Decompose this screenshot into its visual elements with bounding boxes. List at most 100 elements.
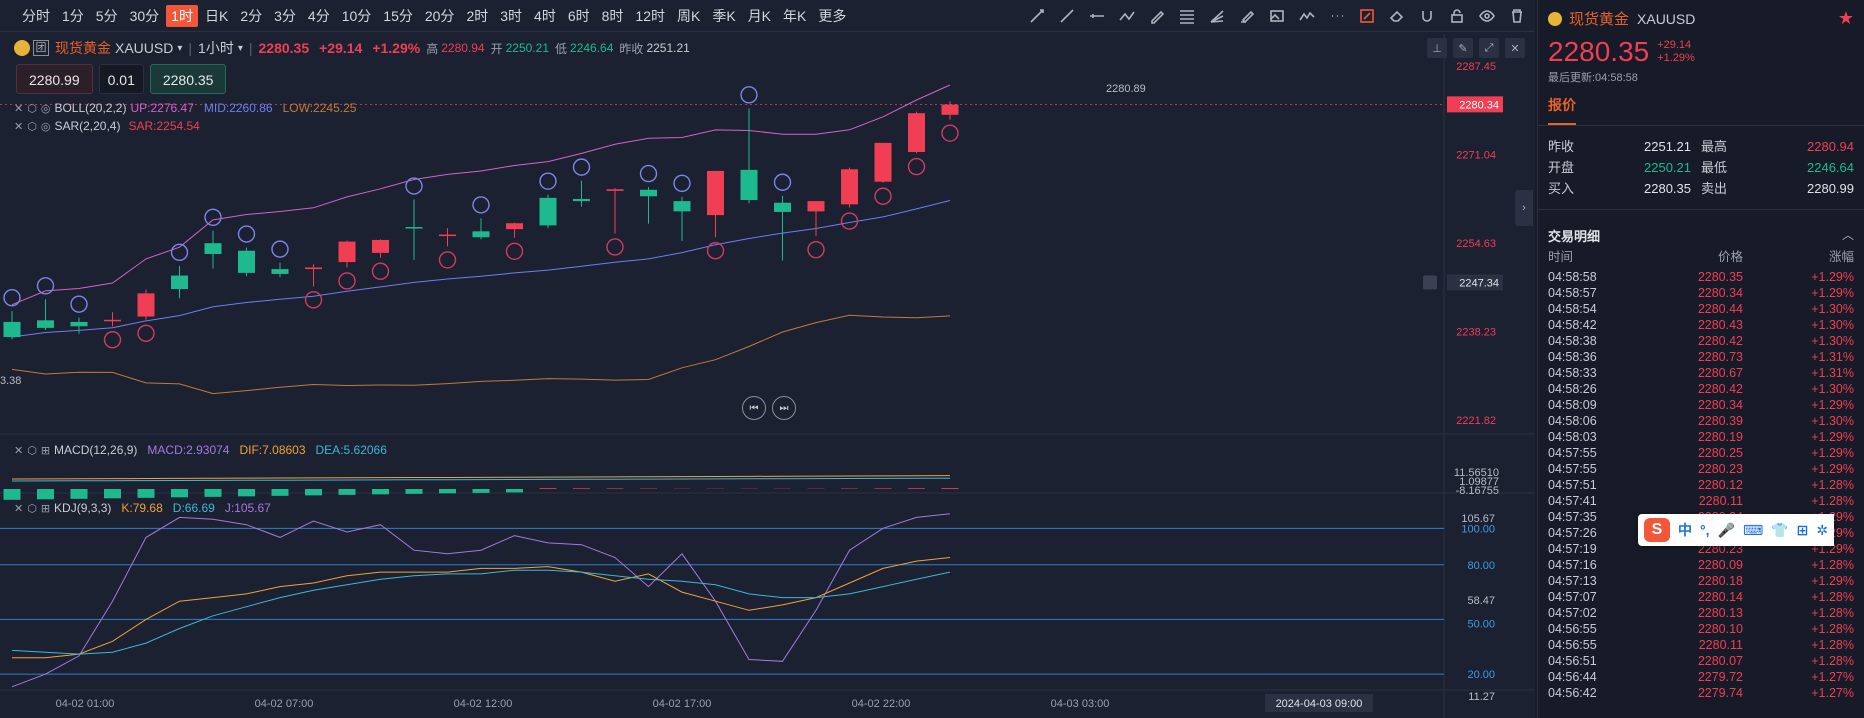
buy-price-button[interactable]: 2280.35 bbox=[149, 64, 227, 94]
symbol-name[interactable]: 现货黄金 bbox=[55, 38, 111, 58]
timeframe-0[interactable]: 分时 bbox=[17, 5, 55, 27]
timeframe-10[interactable]: 15分 bbox=[378, 5, 418, 27]
timeframe-14[interactable]: 4时 bbox=[529, 5, 561, 27]
trades-list[interactable]: 04:58:58 2280.35 +1.29% 04:58:57 2280.34 +1.2… bbox=[1538, 265, 1864, 701]
brush-icon[interactable] bbox=[1235, 4, 1259, 28]
more-tools-icon[interactable] bbox=[1325, 4, 1349, 28]
timeframe-15[interactable]: 6时 bbox=[563, 5, 595, 27]
trend-line-icon[interactable] bbox=[1025, 4, 1049, 28]
ray-line-icon[interactable] bbox=[1055, 4, 1079, 28]
period-label[interactable]: 1小时 bbox=[198, 38, 234, 58]
ime-item-0[interactable]: 中 bbox=[1678, 520, 1692, 540]
ime-item-1[interactable]: °, bbox=[1700, 522, 1710, 538]
timeframe-12[interactable]: 2时 bbox=[461, 5, 493, 27]
next-icon[interactable]: ⏭ bbox=[772, 396, 796, 420]
collapse-icon[interactable]: ⊞ bbox=[41, 502, 50, 515]
eraser-icon[interactable] bbox=[1385, 4, 1409, 28]
close-icon[interactable]: ✕ bbox=[14, 102, 23, 115]
settings-icon[interactable]: ⬡ bbox=[27, 444, 37, 457]
kdj-axis-label: 20.00 bbox=[1467, 669, 1495, 681]
horizontal-line-icon[interactable] bbox=[1085, 4, 1109, 28]
edit-draw-icon[interactable] bbox=[1355, 4, 1379, 28]
timeframe-11[interactable]: 20分 bbox=[420, 5, 460, 27]
ime-item-4[interactable]: 👕 bbox=[1771, 522, 1788, 539]
macd-axis-label: -8.16755 bbox=[1456, 485, 1499, 497]
collapse-icon[interactable]: ︿ bbox=[1842, 226, 1854, 245]
timeframe-22[interactable]: 更多 bbox=[813, 5, 851, 27]
close-icon[interactable]: ✕ bbox=[14, 120, 23, 133]
trade-time: 04:58:26 bbox=[1548, 382, 1597, 396]
trade-time: 04:57:13 bbox=[1548, 574, 1597, 588]
fibonacci-icon[interactable] bbox=[1175, 4, 1199, 28]
ime-item-2[interactable]: 🎤 bbox=[1718, 522, 1735, 539]
candle-body bbox=[472, 231, 490, 238]
settings-icon[interactable]: ⬡ bbox=[27, 120, 37, 133]
timeframe-4[interactable]: 1时 bbox=[166, 4, 198, 27]
ime-item-6[interactable]: ✲ bbox=[1816, 522, 1828, 539]
timeframe-1[interactable]: 1分 bbox=[57, 5, 89, 27]
timeframe-20[interactable]: 月K bbox=[743, 5, 776, 27]
trade-row: 04:57:55 2280.25 +1.29% bbox=[1538, 445, 1864, 461]
image-icon[interactable] bbox=[1265, 4, 1289, 28]
prev-icon[interactable]: ⏮ bbox=[742, 396, 766, 420]
eye-icon[interactable] bbox=[1475, 4, 1499, 28]
collapse-panel-button[interactable]: › bbox=[1515, 190, 1533, 226]
settings-icon[interactable]: ⬡ bbox=[27, 502, 37, 515]
trade-time: 04:56:55 bbox=[1548, 638, 1597, 652]
trades-title: 交易明细 bbox=[1548, 229, 1601, 244]
favorite-star-icon[interactable]: ★ bbox=[1838, 8, 1854, 29]
chart-settings-icon[interactable]: ⊥ bbox=[1427, 38, 1447, 58]
timeframe-13[interactable]: 3时 bbox=[495, 5, 527, 27]
trade-time: 04:57:16 bbox=[1548, 558, 1597, 572]
timeframe-18[interactable]: 周K bbox=[672, 5, 705, 27]
collapse-icon[interactable]: ⊞ bbox=[41, 444, 50, 457]
trade-price: 2279.72 bbox=[1697, 670, 1743, 684]
timeframe-9[interactable]: 10分 bbox=[337, 5, 377, 27]
fan-icon[interactable] bbox=[1205, 4, 1229, 28]
chart-area[interactable]: 2287.45 2271.04 2254.63 2238.23 2221.82 2280.… bbox=[0, 0, 1535, 718]
trade-price: 2280.43 bbox=[1697, 318, 1743, 332]
fullscreen-icon[interactable]: ⤢ bbox=[1479, 38, 1499, 58]
lock-icon[interactable] bbox=[1445, 4, 1469, 28]
ime-item-5[interactable]: ⊞ bbox=[1797, 522, 1809, 539]
ime-logo-icon[interactable]: S bbox=[1644, 518, 1670, 542]
low-value: 2246.64 bbox=[570, 41, 614, 55]
timeframe-3[interactable]: 30分 bbox=[125, 5, 165, 27]
kdj-k-line bbox=[12, 557, 951, 659]
timeframe-7[interactable]: 3分 bbox=[269, 5, 301, 27]
close-icon[interactable]: ✕ bbox=[14, 444, 23, 457]
dropdown-icon[interactable]: ▾ bbox=[177, 43, 182, 54]
timeframe-17[interactable]: 12时 bbox=[630, 5, 670, 27]
wave-icon[interactable] bbox=[1295, 4, 1319, 28]
quote-row: 买入 2280.35 卖出 2280.99 bbox=[1548, 178, 1854, 199]
candle-body bbox=[305, 267, 322, 270]
sar-dot bbox=[70, 295, 88, 313]
trash-icon[interactable] bbox=[1505, 4, 1529, 28]
settings-icon[interactable]: ⬡ bbox=[27, 102, 37, 115]
timeframe-5[interactable]: 日K bbox=[200, 5, 233, 27]
eye-icon[interactable]: ◎ bbox=[41, 120, 51, 133]
magnet-icon[interactable] bbox=[1415, 4, 1439, 28]
timeframe-8[interactable]: 4分 bbox=[303, 5, 335, 27]
macd-bar bbox=[539, 488, 557, 489]
trade-change: +1.27% bbox=[1811, 670, 1854, 684]
timeframe-19[interactable]: 季K bbox=[707, 5, 740, 27]
pen-icon[interactable] bbox=[1145, 4, 1169, 28]
timeframe-16[interactable]: 8时 bbox=[597, 5, 629, 27]
timeframe-21[interactable]: 年K bbox=[778, 5, 811, 27]
symbol-code[interactable]: XAUUSD bbox=[115, 40, 173, 56]
candle-body bbox=[338, 241, 356, 263]
timeframe-6[interactable]: 2分 bbox=[235, 5, 267, 27]
polyline-icon[interactable] bbox=[1115, 4, 1139, 28]
eye-icon[interactable]: ◎ bbox=[41, 102, 51, 115]
draw-mode-icon[interactable]: ✎ bbox=[1453, 38, 1473, 58]
sell-price-button[interactable]: 2280.99 bbox=[16, 64, 93, 94]
quantity-input[interactable]: 0.01 bbox=[98, 64, 144, 94]
close-icon[interactable]: ✕ bbox=[14, 502, 23, 515]
close-icon[interactable]: ✕ bbox=[1505, 38, 1525, 58]
ime-item-3[interactable]: ⌨ bbox=[1743, 522, 1763, 539]
timeframe-2[interactable]: 5分 bbox=[91, 5, 123, 27]
sar-legend: ✕ ⬡ ◎ SAR(2,20,4) SAR:2254.54 bbox=[14, 119, 200, 133]
dropdown-icon[interactable]: ▾ bbox=[238, 43, 243, 54]
tab-quote[interactable]: 报价 bbox=[1548, 95, 1576, 125]
